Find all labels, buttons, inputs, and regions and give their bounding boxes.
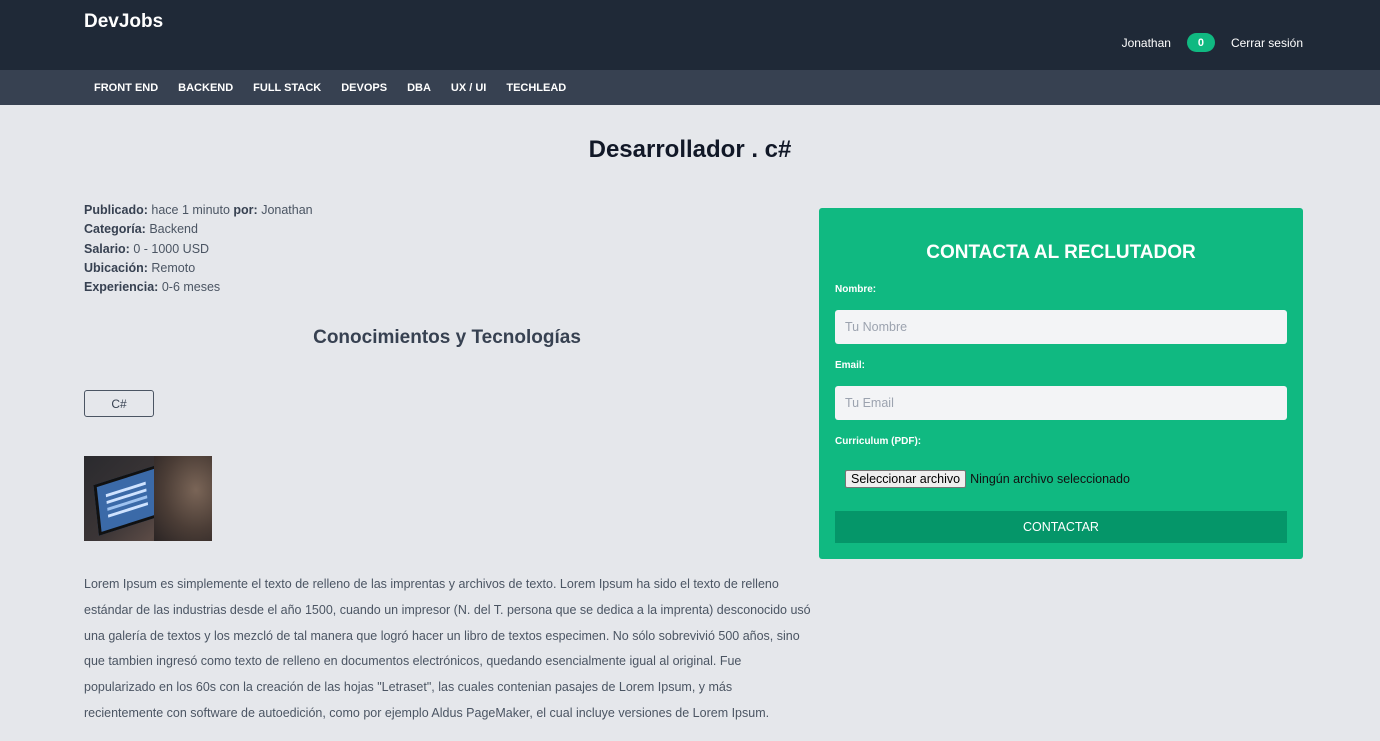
nav-item-fullstack[interactable]: FULL STACK [243,82,331,94]
contact-recruiter-card: CONTACTA AL RECLUTADOR Nombre: Email: Cu… [819,208,1303,559]
meta-category: Categoría: Backend [84,220,313,239]
nav-item-frontend[interactable]: FRONT END [84,82,168,94]
job-meta: Publicado: hace 1 minuto por: Jonathan C… [84,201,313,297]
top-header: DevJobs Jonathan 0 Cerrar sesión [0,0,1380,70]
logout-link[interactable]: Cerrar sesión [1231,36,1303,50]
user-name[interactable]: Jonathan [1122,36,1171,50]
experience-value: 0-6 meses [161,280,221,295]
category-nav: FRONT END BACKEND FULL STACK DEVOPS DBA … [0,70,1380,105]
published-label: Publicado: [84,203,148,217]
category-value: Backend [149,222,198,237]
job-title: Desarrollador . c# [588,136,792,163]
email-label: Email: [835,360,866,371]
job-description: Lorem Ipsum es simplemente el texto de r… [84,577,811,720]
contact-submit-button[interactable]: CONTACTAR [835,511,1287,543]
meta-experience: Experiencia: 0-6 meses [84,278,313,297]
salary-value: 0 - 1000 USD [133,241,210,256]
nav-item-techlead[interactable]: TECHLEAD [496,82,576,94]
brand-logo[interactable]: DevJobs [84,11,163,33]
nav-item-devops[interactable]: DEVOPS [331,82,397,94]
meta-published: Publicado: hace 1 minuto por: Jonathan [84,201,313,220]
notification-badge[interactable]: 0 [1186,33,1215,52]
name-label: Nombre: [835,284,877,295]
file-status: Ningún archivo seleccionado [970,472,1130,486]
meta-location: Ubicación: Remoto [84,259,313,278]
nav-item-dba[interactable]: DBA [397,82,441,94]
location-label: Ubicación: [84,260,148,275]
contact-title: CONTACTA AL RECLUTADOR [926,242,1196,263]
tech-heading: Conocimientos y Tecnologías [313,327,581,348]
email-input[interactable] [835,386,1287,420]
nav-list: FRONT END BACKEND FULL STACK DEVOPS DBA … [84,70,576,105]
salary-label: Salario: [84,241,130,256]
job-image [84,456,212,541]
published-value: hace 1 minuto [151,203,230,217]
nav-item-ux-ui[interactable]: UX / UI [441,82,496,94]
meta-salary: Salario: 0 - 1000 USD [84,240,313,259]
user-area: Jonathan 0 Cerrar sesión [1122,33,1303,52]
select-file-button[interactable]: Seleccionar archivo [845,470,967,488]
by-label: por: [233,203,258,217]
cv-label: Curriculum (PDF): [835,436,922,447]
name-input[interactable] [835,310,1287,344]
person-graphic [154,456,212,541]
nav-item-backend[interactable]: BACKEND [168,82,243,94]
location-value: Remoto [151,260,196,275]
experience-label: Experiencia: [84,280,159,295]
by-value: Jonathan [261,203,313,217]
tech-tag: C# [84,390,154,417]
cv-file-input: Seleccionar archivo Ningún archivo selec… [845,470,1130,488]
category-label: Categoría: [84,222,146,237]
